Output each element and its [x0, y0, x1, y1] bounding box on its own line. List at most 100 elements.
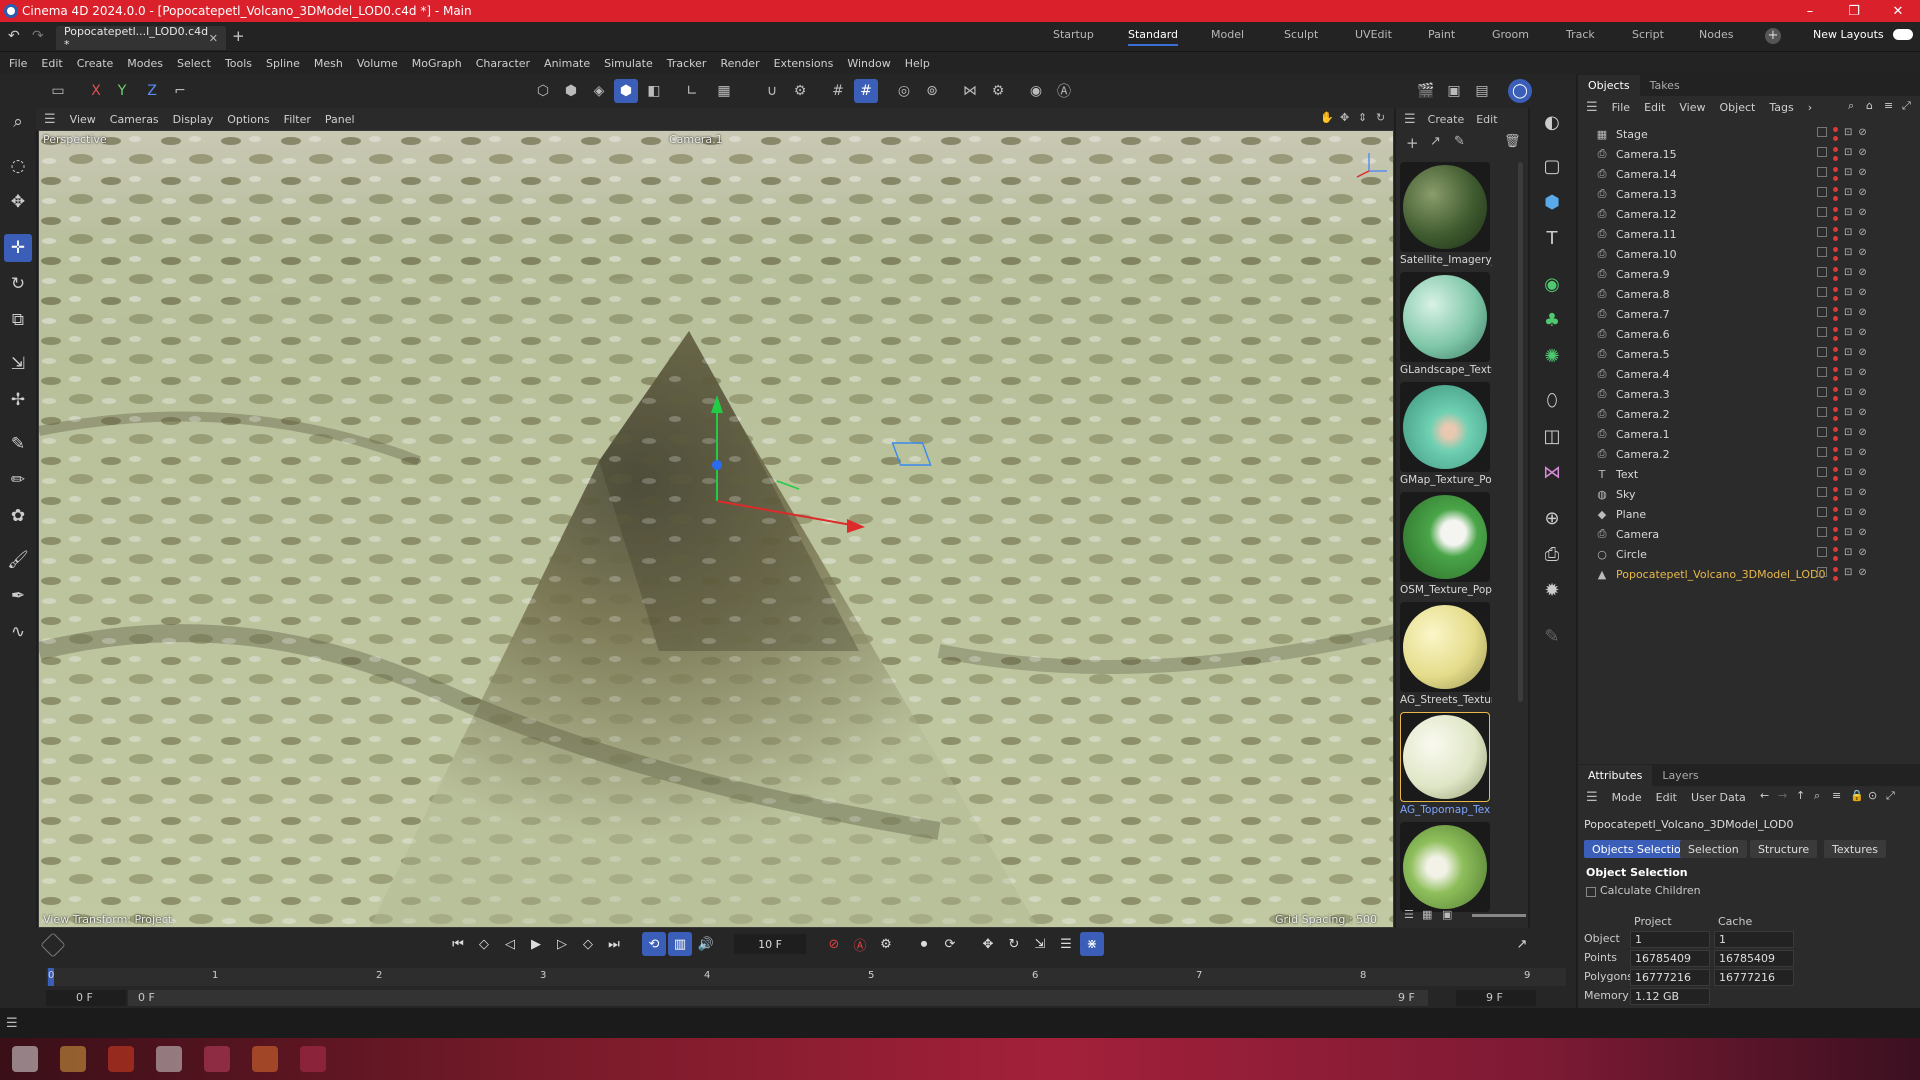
axis-x-button[interactable]: X: [84, 79, 108, 103]
tag-icon[interactable]: ⊡: [1844, 347, 1852, 361]
undo-icon[interactable]: ↶: [8, 28, 20, 44]
go-to-start-icon[interactable]: ⏮: [446, 932, 470, 956]
material-swatch[interactable]: AG_Streets_Textur: [1400, 602, 1492, 710]
object-row[interactable]: ⎙ Camera.9 ⊡ ⊘: [1578, 264, 1920, 284]
object-tags[interactable]: ⊡ ⊘: [1817, 187, 1867, 201]
object-tags[interactable]: ⊡ ⊘: [1817, 447, 1867, 461]
compositing-tag-icon[interactable]: ⊘: [1858, 207, 1866, 221]
param-key-icon[interactable]: ☰: [1054, 932, 1078, 956]
tag-icon[interactable]: ⊡: [1844, 467, 1852, 481]
tag-icon[interactable]: ⊡: [1844, 387, 1852, 401]
scene-icon[interactable]: ▭: [46, 79, 70, 103]
layout-model[interactable]: Model: [1211, 28, 1244, 41]
layer-checkbox[interactable]: [1817, 267, 1827, 277]
material-menu-edit[interactable]: Edit: [1476, 113, 1497, 126]
polygons-mode-icon[interactable]: ◈: [587, 79, 611, 103]
prev-frame-icon[interactable]: ◁: [498, 932, 522, 956]
settings-gear-icon[interactable]: ⚙: [788, 79, 812, 103]
menu-modes[interactable]: Modes: [127, 57, 163, 70]
camera-object-icon[interactable]: ⎙: [1538, 540, 1566, 568]
object-row[interactable]: ⎙ Camera.6 ⊡ ⊘: [1578, 324, 1920, 344]
compositing-tag-icon[interactable]: ⊘: [1858, 307, 1866, 321]
timeline-ruler[interactable]: [46, 968, 1566, 986]
rotate-tool-icon[interactable]: ↻: [4, 270, 32, 298]
tag-icon[interactable]: ⊡: [1844, 267, 1852, 281]
object-row[interactable]: ⎙ Camera.2 ⊡ ⊘: [1578, 404, 1920, 424]
object-row[interactable]: ⎙ Camera.1 ⊡ ⊘: [1578, 424, 1920, 444]
select-live-icon[interactable]: ◌: [4, 152, 32, 180]
tag-icon[interactable]: ⊡: [1844, 307, 1852, 321]
start-frame-field[interactable]: 0 F: [46, 990, 126, 1006]
object-tags[interactable]: ⊡ ⊘: [1817, 347, 1867, 361]
object-row[interactable]: ◍ Sky ⊡ ⊘: [1578, 484, 1920, 504]
layer-checkbox[interactable]: [1817, 147, 1827, 157]
expand-icon[interactable]: ⤢: [1886, 789, 1895, 803]
layout-uvedit[interactable]: UVEdit: [1355, 28, 1392, 41]
object-row[interactable]: ⎙ Camera.5 ⊡ ⊘: [1578, 344, 1920, 364]
visibility-dots[interactable]: [1833, 487, 1838, 501]
render-picture-viewer-icon[interactable]: ▣: [1442, 79, 1466, 103]
compositing-tag-icon[interactable]: ⊘: [1858, 407, 1866, 421]
settings-icon[interactable]: ⊙: [1868, 789, 1877, 802]
material-scrollbar[interactable]: [1518, 162, 1523, 702]
material-swatch[interactable]: GLandscape_Textu: [1400, 272, 1492, 380]
loop-icon[interactable]: ⟲: [642, 932, 666, 956]
tag-icon[interactable]: ⊡: [1844, 527, 1852, 541]
cloner-icon[interactable]: ♣: [1538, 306, 1566, 334]
target-icon[interactable]: ⊚: [920, 79, 944, 103]
model-mode-icon[interactable]: ⬢: [614, 79, 638, 103]
tab-layers[interactable]: Layers: [1652, 765, 1708, 786]
visibility-dots[interactable]: [1833, 427, 1838, 441]
compositing-tag-icon[interactable]: ⊘: [1858, 367, 1866, 381]
tab-takes[interactable]: Takes: [1640, 75, 1690, 96]
object-row[interactable]: ⎙ Camera.13 ⊡ ⊘: [1578, 184, 1920, 204]
visibility-dots[interactable]: [1833, 147, 1838, 161]
cube-primitive-icon[interactable]: ⬢: [1538, 188, 1566, 216]
attr-menu-icon[interactable]: ☰: [1586, 790, 1598, 805]
object-tags[interactable]: ⊡ ⊘: [1817, 487, 1867, 501]
object-menu-object[interactable]: Object: [1720, 101, 1756, 114]
visibility-dots[interactable]: [1833, 467, 1838, 481]
viewport-menu-filter[interactable]: Filter: [284, 113, 311, 126]
axis-z-button[interactable]: Z: [140, 79, 164, 103]
forward-arrow-icon[interactable]: →: [1778, 789, 1787, 802]
layer-checkbox[interactable]: [1817, 447, 1827, 457]
taskbar-app-icon[interactable]: [252, 1046, 278, 1072]
compositing-tag-icon[interactable]: ⊘: [1858, 567, 1866, 581]
add-tab-icon[interactable]: +: [232, 27, 245, 45]
tag-icon[interactable]: ⊡: [1844, 547, 1852, 561]
object-row[interactable]: ▲ Popocatepetl_Volcano_3DModel_LOD0 ⊡ ⊘: [1578, 564, 1920, 584]
compositing-tag-icon[interactable]: ⊘: [1858, 187, 1866, 201]
visibility-dots[interactable]: [1833, 367, 1838, 381]
field-icon[interactable]: ◫: [1538, 422, 1566, 450]
material-swatch-selected[interactable]: AG_Topomap_Tex: [1400, 712, 1490, 820]
compositing-tag-icon[interactable]: ⊘: [1858, 387, 1866, 401]
viewport-menu-panel[interactable]: Panel: [325, 113, 355, 126]
object-row[interactable]: ⎙ Camera.14 ⊡ ⊘: [1578, 164, 1920, 184]
layer-checkbox[interactable]: [1817, 187, 1827, 197]
range-slider[interactable]: 0 F9 F: [128, 990, 1428, 1006]
object-tags[interactable]: ⊡ ⊘: [1817, 367, 1867, 381]
current-frame-field[interactable]: 10 F: [734, 934, 806, 954]
object-tags[interactable]: ⊡ ⊘: [1817, 207, 1867, 221]
visibility-dots[interactable]: [1833, 347, 1838, 361]
menu-render[interactable]: Render: [720, 57, 759, 70]
viewport-hamburger-icon[interactable]: ☰: [44, 112, 56, 127]
layer-checkbox[interactable]: [1817, 347, 1827, 357]
search-icon[interactable]: ⌕: [4, 108, 32, 136]
spline-pen-icon[interactable]: ✎: [4, 430, 32, 458]
object-tags[interactable]: ⊡ ⊘: [1817, 527, 1867, 541]
layer-checkbox[interactable]: [1817, 467, 1827, 477]
object-tags[interactable]: ⊡ ⊘: [1817, 227, 1867, 241]
redo-icon[interactable]: ↷: [32, 28, 44, 44]
menu-simulate[interactable]: Simulate: [604, 57, 653, 70]
keyframe-icon[interactable]: [40, 932, 66, 958]
new-layouts-toggle[interactable]: [1893, 29, 1913, 40]
menu-mograph[interactable]: MoGraph: [412, 57, 462, 70]
tag-icon[interactable]: ⊡: [1844, 567, 1852, 581]
object-tags[interactable]: ⊡ ⊘: [1817, 287, 1867, 301]
edges-mode-icon[interactable]: ⬢: [559, 79, 583, 103]
end-frame-field[interactable]: 9 F: [1456, 990, 1536, 1006]
annotation-icon[interactable]: Ⓐ: [1052, 79, 1076, 103]
arrow-icon[interactable]: ↗: [1430, 134, 1441, 149]
